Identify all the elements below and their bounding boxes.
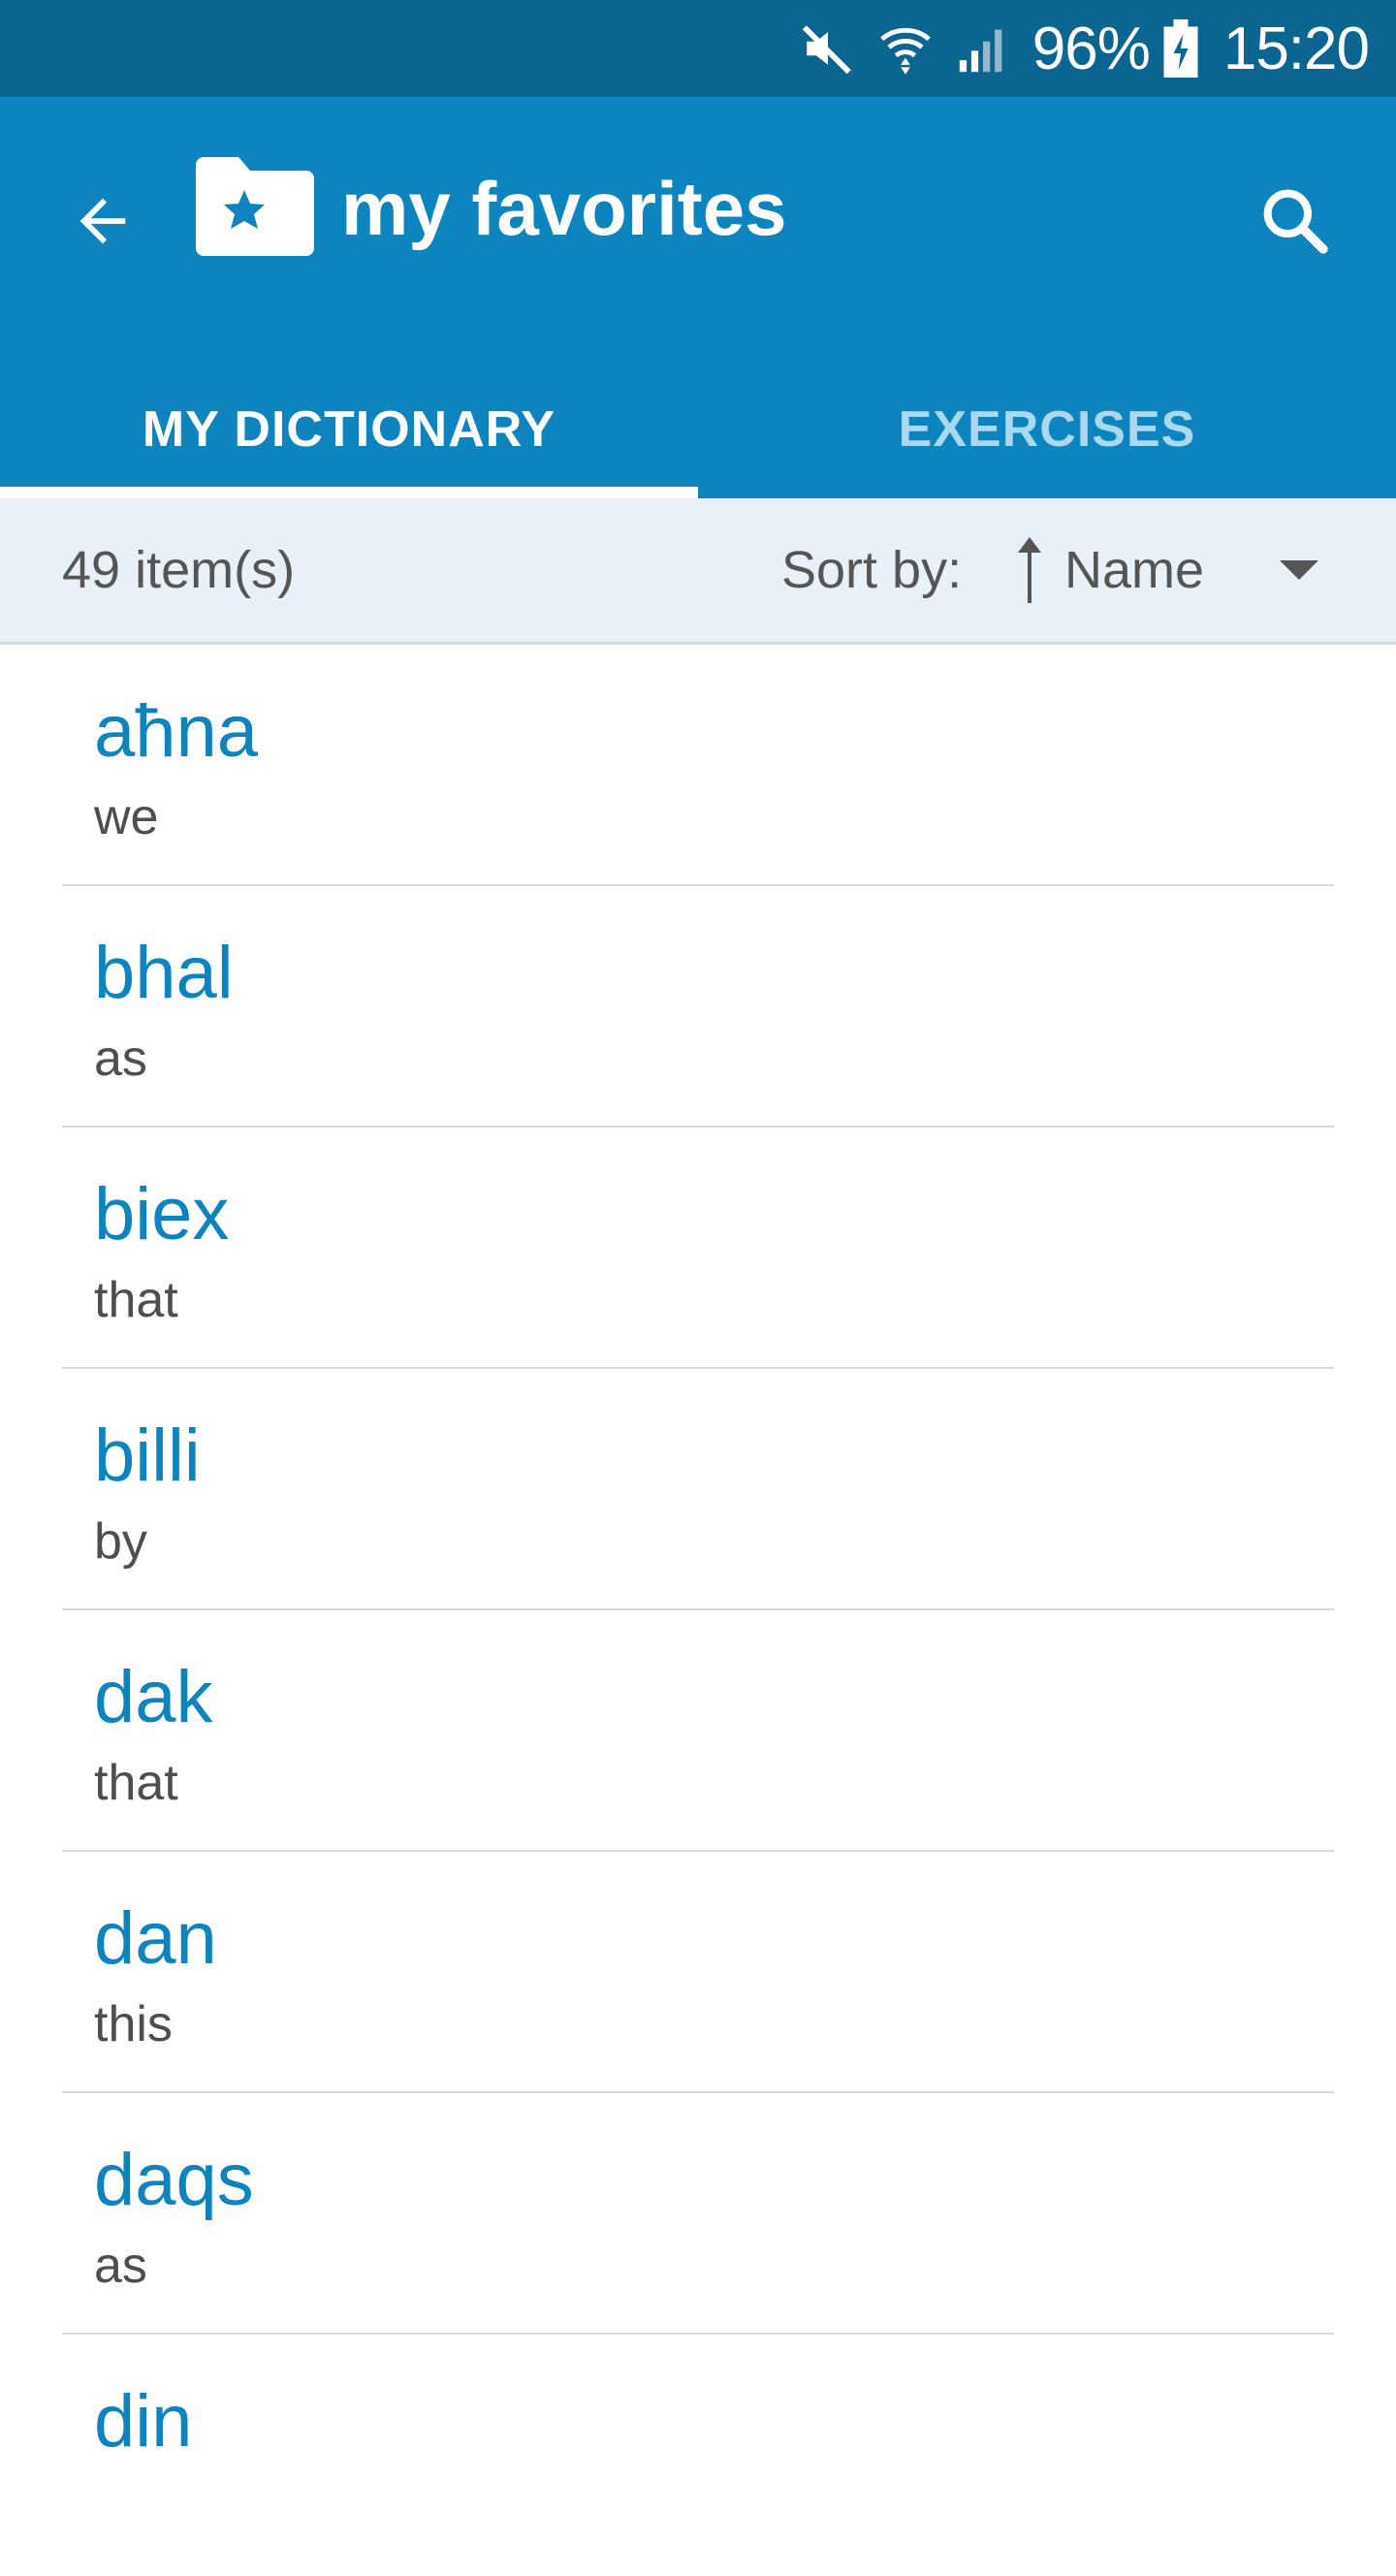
list-item[interactable]: dak that <box>0 1610 1396 1852</box>
entry-translation: as <box>94 1031 147 1087</box>
list-item[interactable]: bhal as <box>0 886 1396 1128</box>
active-tab-indicator <box>0 487 698 498</box>
battery-percentage: 96% <box>1031 15 1151 82</box>
list-item[interactable]: din <box>0 2335 1396 2576</box>
entry-word: daqs <box>94 2139 254 2221</box>
entry-translation: by <box>94 1513 147 1570</box>
entry-word: billi <box>94 1415 201 1497</box>
entry-word: din <box>94 2380 193 2463</box>
favorites-list: aħna we bhal as biex that billi by dak t… <box>0 645 1396 2576</box>
entry-word: bhal <box>94 932 234 1014</box>
entry-translation: that <box>94 1755 178 1811</box>
folder-star-icon <box>196 157 314 256</box>
tab-bar: MY DICTIONARY EXERCISES <box>0 361 1396 498</box>
entry-translation: we <box>94 789 159 845</box>
clock: 15:20 <box>1222 15 1370 82</box>
entry-word: aħna <box>94 690 259 773</box>
list-item[interactable]: dan this <box>0 1852 1396 2093</box>
arrow-left-icon <box>79 198 126 244</box>
battery-charging-icon <box>1163 19 1198 78</box>
wifi-icon <box>877 20 934 77</box>
item-count: 49 item(s) <box>62 541 296 599</box>
page-title: my favorites <box>341 166 787 251</box>
list-toolbar: 49 item(s) Sort by: Name <box>0 498 1396 645</box>
tab-my-dictionary[interactable]: MY DICTIONARY <box>0 361 698 498</box>
list-item[interactable]: billi by <box>0 1369 1396 1610</box>
tab-exercises[interactable]: EXERCISES <box>698 361 1396 498</box>
app-bar: my favorites MY DICTIONARY EXERCISES <box>0 97 1396 498</box>
list-item[interactable]: aħna we <box>0 645 1396 886</box>
sort-value[interactable]: Name <box>1064 498 1204 642</box>
search-icon <box>1263 189 1328 254</box>
search-button[interactable] <box>1241 167 1348 273</box>
entry-word: dan <box>94 1897 217 1980</box>
mute-icon <box>800 20 856 77</box>
entry-word: biex <box>94 1173 230 1256</box>
entry-word: dak <box>94 1656 213 1738</box>
sort-ascending-icon[interactable] <box>1016 537 1043 608</box>
status-icons: 96% 15:20 <box>800 0 1370 97</box>
entry-translation: as <box>94 2238 147 2294</box>
status-bar: 96% 15:20 <box>0 0 1396 97</box>
entry-translation: that <box>94 1272 178 1328</box>
back-button[interactable] <box>54 173 151 270</box>
list-item[interactable]: daqs as <box>0 2093 1396 2335</box>
entry-translation: this <box>94 1996 173 2052</box>
list-item[interactable]: biex that <box>0 1128 1396 1369</box>
chevron-down-icon[interactable] <box>1270 551 1328 589</box>
sort-by-label: Sort by: <box>781 541 963 599</box>
signal-icon <box>955 20 1011 77</box>
